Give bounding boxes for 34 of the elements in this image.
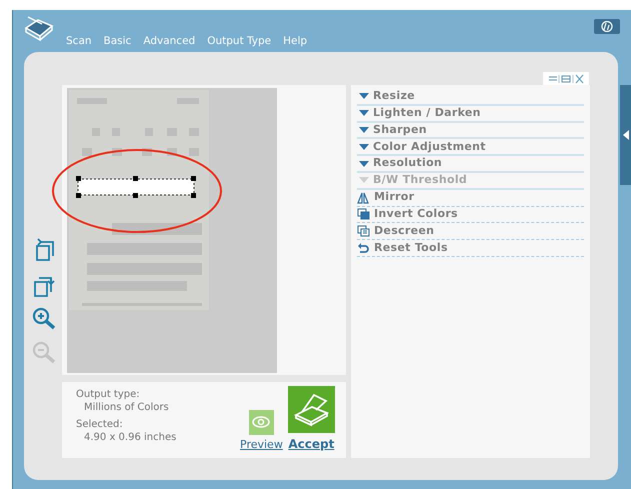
tool-item[interactable]: Resize (357, 89, 584, 106)
scanner-icon (292, 392, 330, 426)
dropdown-triangle-icon (359, 144, 369, 150)
output-type-value: Millions of Colors (83, 401, 170, 414)
selected-size: 4.90 x 0.96 inches (83, 431, 176, 444)
tool-item[interactable]: Sharpen (357, 122, 584, 140)
hp-logo-icon (594, 19, 620, 34)
tool-item: B/W Threshold (357, 172, 584, 190)
overlapping-squares-icon (357, 208, 370, 220)
scanner-logo-icon (24, 16, 54, 42)
zoom-in-icon[interactable] (31, 306, 57, 332)
tool-item[interactable]: Reset Tools (357, 240, 584, 257)
menu-item[interactable]: Basic (104, 34, 132, 50)
tool-item[interactable]: Invert Colors (357, 206, 584, 224)
selection-box[interactable] (76, 176, 196, 198)
menu-item[interactable]: Advanced (143, 34, 196, 50)
undo-arrow-icon (357, 242, 370, 254)
tool-item[interactable]: Lighten / Darken (357, 106, 584, 123)
overlapping-squares-icon (357, 225, 370, 238)
tool-item[interactable]: Color Adjustment (357, 139, 584, 156)
tool-item[interactable]: Mirror (357, 190, 584, 207)
output-type-label: Output type: (76, 388, 141, 401)
dropdown-triangle-icon (359, 93, 369, 100)
selected-label: Selected: (76, 418, 124, 431)
collapse-arrow-icon[interactable] (622, 130, 628, 140)
mirror-icon (357, 192, 370, 204)
eye-icon (252, 415, 270, 429)
menu-item[interactable]: Help (283, 34, 308, 50)
tool-item[interactable]: Resolution (357, 156, 584, 173)
preview-button[interactable]: Preview (240, 410, 283, 453)
panel-controls[interactable] (543, 72, 589, 85)
menu-item[interactable]: Scan (66, 34, 92, 50)
tool-item[interactable]: Descreen (357, 223, 584, 240)
menu-item[interactable]: Output Type (207, 34, 272, 50)
